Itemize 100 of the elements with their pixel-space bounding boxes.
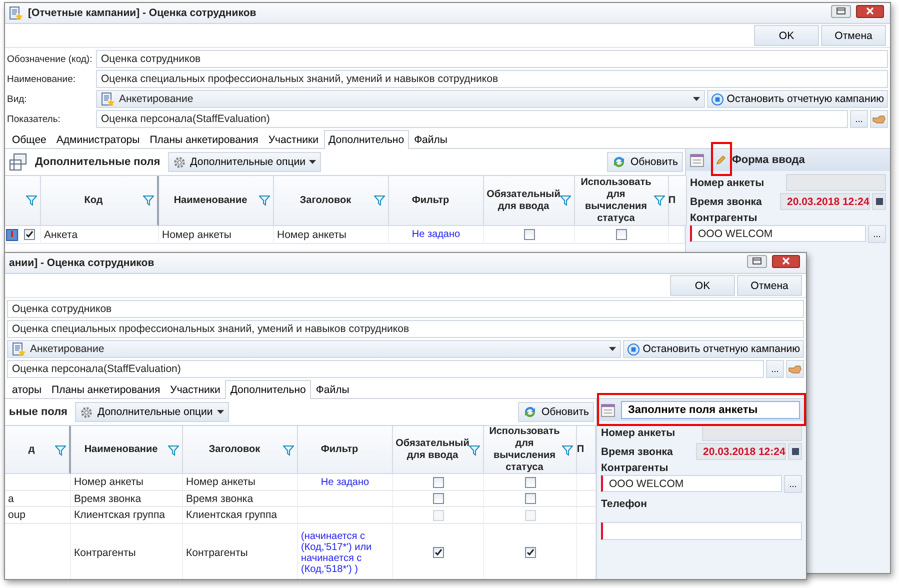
column-header[interactable]: Код <box>41 176 159 226</box>
filter-icon[interactable] <box>55 445 66 456</box>
calendar-button[interactable] <box>788 443 802 460</box>
column-header[interactable]: Фильтр <box>389 176 484 226</box>
tab[interactable]: Дополнительно <box>324 130 410 149</box>
restore-button[interactable] <box>747 254 767 268</box>
filter-icon[interactable] <box>469 445 480 456</box>
dialog-button[interactable]: OK <box>670 275 735 296</box>
lookup-field[interactable]: ООО WELCOM <box>690 225 866 242</box>
lookup-field[interactable]: ООО WELCOM <box>601 475 782 492</box>
column-title: Использовать для вычисления статуса <box>580 176 652 224</box>
column-header[interactable]: Фильтр <box>298 426 393 474</box>
dialog-button[interactable]: Отмена <box>737 275 802 296</box>
checkbox[interactable] <box>524 476 536 488</box>
checkbox[interactable] <box>432 547 444 558</box>
dropdown-field[interactable]: Анкетирование <box>7 340 621 358</box>
restore-button[interactable] <box>831 4 851 18</box>
button-label: Обновить <box>541 406 589 418</box>
column-title: Заголовок <box>208 444 260 456</box>
filter-icon[interactable] <box>283 445 294 456</box>
tab[interactable]: Планы анкетирования <box>46 380 166 398</box>
filter-icon[interactable] <box>26 195 37 206</box>
tab[interactable]: Файлы <box>310 380 354 398</box>
tab[interactable]: Участники <box>165 380 226 398</box>
column-header[interactable]: Использовать для вычисления статуса <box>575 176 669 226</box>
hand-button[interactable] <box>870 110 888 128</box>
filter-icon[interactable] <box>259 195 270 206</box>
column-header[interactable]: Заголовок <box>274 176 389 226</box>
column-title: П <box>577 444 584 456</box>
options-dropdown[interactable]: Дополнительные опции <box>75 402 229 422</box>
tab[interactable]: Файлы <box>409 130 452 148</box>
column-header[interactable]: Заголовок <box>183 426 298 474</box>
checkbox[interactable] <box>524 229 534 240</box>
checkbox[interactable] <box>524 493 536 504</box>
filter-link[interactable]: Не задано <box>320 476 370 488</box>
stop-icon <box>626 342 640 356</box>
column-header[interactable]: Использовать для вычисления статуса <box>484 426 577 474</box>
stop-campaign-button[interactable]: Остановить отчетную кампанию <box>622 340 804 358</box>
column-header[interactable]: Наименование <box>71 426 183 474</box>
column-header[interactable]: Обязательный для ввода <box>484 176 575 226</box>
form-list-icon <box>690 154 704 166</box>
hand-button[interactable] <box>786 360 804 378</box>
filter-icon[interactable] <box>168 445 179 456</box>
filter-icon[interactable] <box>562 445 573 456</box>
browse-button[interactable]: ... <box>766 360 784 378</box>
filter-icon[interactable] <box>560 195 571 206</box>
tab[interactable]: Общее <box>7 130 52 148</box>
filter-icon[interactable] <box>143 195 154 206</box>
text-field[interactable]: Оценка специальных профессиональных знаний, умений и навыков сотрудников <box>7 320 804 338</box>
column-title: Обязательный для ввода <box>396 438 470 462</box>
column-title: д <box>28 444 35 456</box>
column-header[interactable]: Наименование <box>159 176 274 226</box>
filter-icon[interactable] <box>654 195 665 206</box>
checkbox[interactable] <box>24 229 35 240</box>
close-button[interactable] <box>772 254 800 268</box>
close-button[interactable] <box>856 4 884 18</box>
lookup-field[interactable]: Оценка персонала(StaffEvaluation) <box>7 360 764 378</box>
column-header[interactable]: Обязательный для ввода <box>393 426 484 474</box>
column-header[interactable]: д <box>5 426 71 474</box>
browse-button[interactable]: ... <box>868 225 886 243</box>
text-field[interactable]: Оценка специальных профессиональных знаний, умений и навыков сотрудников <box>96 70 888 88</box>
column-header[interactable]: П <box>577 426 596 474</box>
tab[interactable]: Участники <box>263 130 324 148</box>
column-header[interactable]: П <box>669 176 687 226</box>
tab[interactable]: Администраторы <box>51 130 145 148</box>
tab[interactable]: Дополнительно <box>225 380 311 399</box>
dialog-button[interactable]: OK <box>754 25 819 46</box>
stop-campaign-button[interactable]: Остановить отчетную кампанию <box>706 90 888 108</box>
text-field[interactable] <box>601 522 802 540</box>
calendar-button[interactable] <box>872 193 886 210</box>
tab[interactable]: Планы анкетирования <box>144 130 264 148</box>
refresh-button[interactable]: Обновить <box>607 152 683 172</box>
checkbox[interactable] <box>524 547 536 558</box>
options-dropdown[interactable]: Дополнительные опции <box>168 152 322 172</box>
filter-icon[interactable] <box>374 195 385 206</box>
checkbox[interactable] <box>432 493 444 504</box>
text-field[interactable]: Оценка сотрудников <box>96 50 888 68</box>
refresh-icon <box>612 155 626 169</box>
close-icon <box>781 257 791 265</box>
restore-icon <box>836 7 846 15</box>
dropdown-field[interactable]: Анкетирование <box>96 90 705 108</box>
dialog-button[interactable]: Отмена <box>821 25 886 46</box>
field-label: Время звонка <box>601 446 673 458</box>
form-title-field[interactable]: Заполните поля анкеты <box>621 401 800 419</box>
hand-icon <box>788 364 802 374</box>
browse-button[interactable]: ... <box>850 110 868 128</box>
filter-link[interactable]: Не задано <box>412 229 460 240</box>
table-cell: Время звонка <box>71 491 183 507</box>
date-field[interactable]: 20.03.2018 12:24 <box>780 193 870 210</box>
checkbox[interactable] <box>432 476 444 488</box>
browse-button[interactable]: ... <box>784 475 802 493</box>
column-header[interactable] <box>19 176 41 226</box>
date-field[interactable]: 20.03.2018 12:24 <box>696 443 786 460</box>
text-field[interactable]: Оценка сотрудников <box>7 300 804 318</box>
pencil-icon[interactable] <box>716 155 726 165</box>
tab[interactable]: аторы <box>7 380 47 398</box>
lookup-field[interactable]: Оценка персонала(StaffEvaluation) <box>96 110 848 128</box>
filter-link[interactable]: (начинается с (Код,'517*') или начинается с (Код,'518*') ) <box>301 530 389 574</box>
refresh-button[interactable]: Обновить <box>518 402 594 422</box>
checkbox[interactable] <box>616 229 627 240</box>
